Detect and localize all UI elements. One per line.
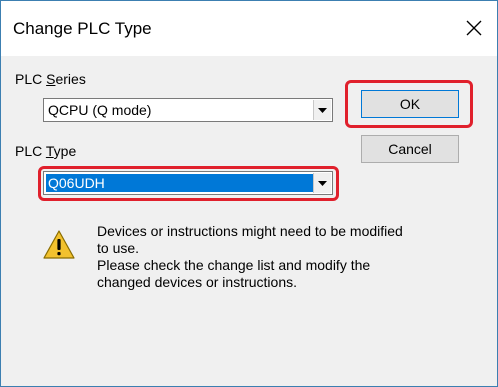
plc-series-label: PLC Series (15, 71, 86, 87)
plc-type-dropdown-button[interactable] (313, 173, 331, 193)
plc-series-value: QCPU (Q mode) (48, 102, 152, 118)
close-button[interactable] (461, 15, 487, 41)
window-title: Change PLC Type (13, 19, 152, 38)
plc-type-value: Q06UDH (46, 174, 330, 192)
message-line: changed devices or instructions. (97, 274, 297, 290)
chevron-down-icon (318, 107, 327, 113)
ok-button[interactable]: OK (361, 90, 459, 118)
warning-icon (43, 230, 75, 259)
change-plc-type-dialog: Change PLC Type PLC Series QCPU (Q mode)… (0, 0, 498, 387)
cancel-button[interactable]: Cancel (361, 135, 459, 163)
chevron-down-icon (318, 180, 327, 186)
plc-type-select[interactable]: Q06UDH (43, 171, 333, 195)
title-bar: Change PLC Type (1, 1, 497, 56)
plc-series-select[interactable]: QCPU (Q mode) (43, 98, 333, 122)
plc-type-label: PLC Type (15, 143, 77, 159)
message-line: to use. (97, 240, 140, 256)
message-line: Devices or instructions might need to be… (97, 223, 403, 239)
warning-message: Devices or instructions might need to be… (97, 223, 487, 291)
close-icon (466, 20, 482, 36)
plc-series-dropdown-button[interactable] (313, 100, 331, 120)
dialog-body: PLC Series QCPU (Q mode) PLC Type Q06UDH… (1, 56, 497, 386)
message-line: Please check the change list and modify … (97, 257, 371, 273)
